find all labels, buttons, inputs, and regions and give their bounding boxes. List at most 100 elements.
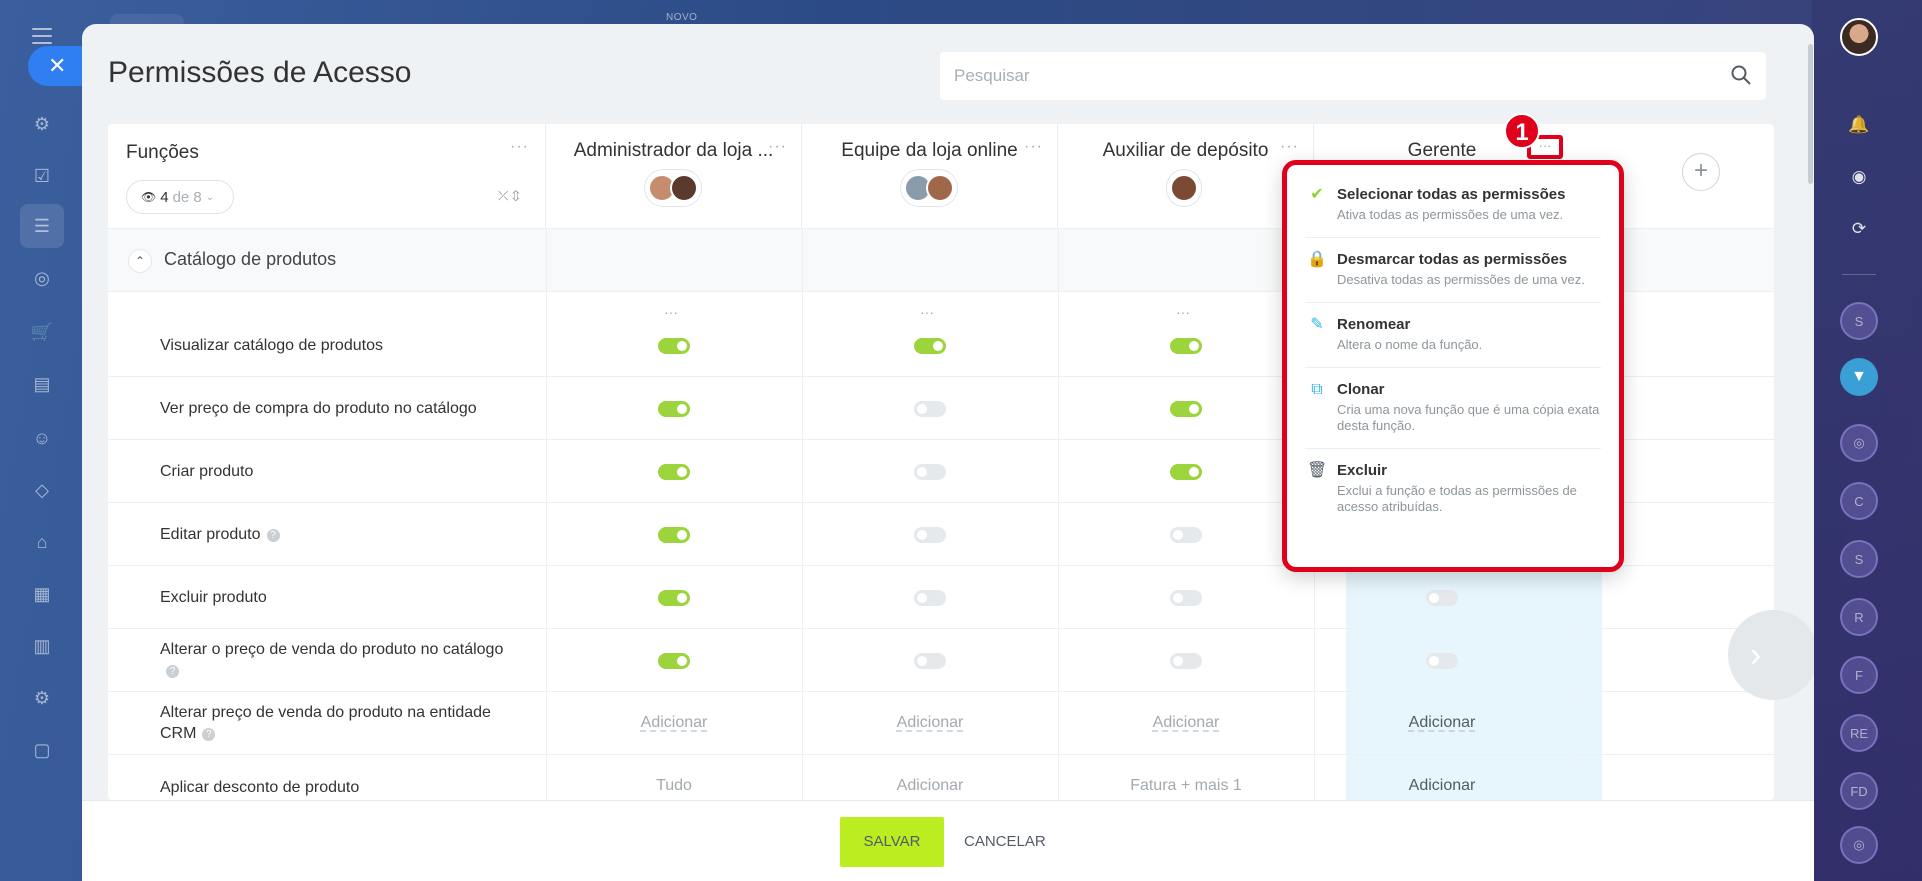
column-menu-button[interactable]: ··· — [1280, 138, 1299, 156]
menu-item-title: Renomear — [1337, 316, 1411, 333]
search-icon[interactable] — [1730, 64, 1752, 86]
robot-icon[interactable]: ☺ — [26, 422, 58, 454]
menu-item-desc: Ativa todas as permissões de uma vez. — [1337, 207, 1564, 222]
permission-toggle[interactable] — [1426, 590, 1458, 606]
chat-avatar-f[interactable]: F — [1840, 656, 1878, 694]
bookmark-icon[interactable]: ▼ — [1840, 358, 1878, 396]
menu-item-title: Excluir — [1337, 462, 1388, 479]
column-menu-button[interactable]: ··· — [768, 138, 787, 156]
add-role-button[interactable]: + — [1682, 153, 1720, 191]
box-icon[interactable]: ◇ — [26, 474, 58, 506]
column-members-avatars[interactable] — [1166, 169, 1202, 207]
menu-item-clone[interactable]: ⧉ Clonar Cria uma nova função que é uma … — [1305, 368, 1601, 449]
sync-icon[interactable]: ⟳ — [1842, 212, 1876, 246]
chat-avatar-r[interactable]: R — [1840, 598, 1878, 636]
permission-value[interactable]: Adicionar — [802, 714, 1058, 732]
permission-toggle[interactable] — [658, 401, 690, 417]
warehouse-icon[interactable]: ⌂ — [26, 526, 58, 558]
search-input[interactable] — [940, 52, 1700, 100]
permission-label: Alterar preço de venda do produto na ent… — [160, 702, 520, 744]
column-members-avatars[interactable] — [644, 169, 702, 207]
permission-toggle[interactable] — [914, 338, 946, 354]
help-icon[interactable]: ? — [266, 529, 280, 542]
permission-value[interactable]: Adicionar — [1314, 714, 1570, 732]
save-button[interactable]: SALVAR — [840, 817, 944, 867]
permission-label: Editar produto? — [160, 524, 520, 545]
funcoes-menu-button[interactable]: ··· — [510, 138, 529, 156]
permission-toggle[interactable] — [914, 527, 946, 543]
permission-label: Aplicar desconto de produto — [160, 779, 360, 796]
settings-icon[interactable]: ⚙ — [26, 682, 58, 714]
permission-toggle[interactable] — [658, 653, 690, 669]
help-icon[interactable]: ? — [166, 665, 179, 678]
menu-item-select-all[interactable]: ✔ Selecionar todas as permissões Ativa t… — [1305, 173, 1601, 238]
column-menu-button[interactable]: ··· — [1024, 138, 1043, 156]
document-icon[interactable]: ▢ — [26, 734, 58, 766]
collapse-expand-icon[interactable]: ⤫ ⇕ — [498, 188, 519, 204]
permission-value[interactable]: Adicionar — [1314, 777, 1570, 795]
card-icon[interactable]: ▤ — [26, 368, 58, 400]
trash-icon: 🗑 — [1307, 462, 1328, 479]
permission-value[interactable]: Adicionar — [1058, 714, 1314, 732]
permission-toggle[interactable] — [914, 653, 946, 669]
header-column-admin[interactable]: Administrador da loja ... ··· — [546, 124, 802, 228]
chat-avatar-re[interactable]: RE — [1840, 714, 1878, 752]
close-slider-button[interactable]: ✕ — [28, 46, 84, 86]
avatar — [1170, 174, 1198, 202]
check-icon: ✔ — [1310, 186, 1324, 203]
filter-icon[interactable]: ☰ — [20, 204, 64, 248]
target-icon[interactable]: ◎ — [26, 262, 58, 294]
permission-toggle[interactable] — [914, 401, 946, 417]
avatar — [926, 174, 954, 202]
chat-avatar-c[interactable]: C — [1840, 482, 1878, 520]
permission-toggle[interactable] — [1170, 401, 1202, 417]
analytics-icon[interactable]: ▥ — [26, 630, 58, 662]
permission-toggle[interactable] — [658, 527, 690, 543]
permission-value[interactable]: Fatura + mais 1 — [1058, 777, 1314, 795]
calendar-icon[interactable]: ▦ — [26, 578, 58, 610]
permission-toggle[interactable] — [658, 464, 690, 480]
menu-item-title: Selecionar todas as permissões — [1337, 186, 1566, 203]
permission-toggle[interactable] — [914, 590, 946, 606]
cancel-button[interactable]: CANCELAR — [964, 817, 1046, 867]
permission-toggle[interactable] — [1426, 653, 1458, 669]
header-column-equipe[interactable]: Equipe da loja online ··· — [802, 124, 1058, 228]
sitemap-icon[interactable]: ⚙ — [26, 108, 58, 140]
user-avatar[interactable] — [1840, 18, 1878, 56]
permission-toggle[interactable] — [658, 338, 690, 354]
header-column-auxiliar[interactable]: Auxiliar de depósito ··· — [1058, 124, 1314, 228]
visible-roles-selector[interactable]: 👁 4 de 8 ⌄ — [126, 180, 234, 214]
permission-toggle[interactable] — [1170, 590, 1202, 606]
chat-avatar-s2[interactable]: S — [1840, 540, 1878, 578]
tasks-icon[interactable]: ☑ — [26, 160, 58, 192]
permission-toggle[interactable] — [1170, 527, 1202, 543]
chat-avatar-fd[interactable]: FD — [1840, 772, 1878, 810]
permission-value[interactable]: Tudo — [546, 777, 802, 795]
header-funcoes: Funções ··· 👁 4 de 8 ⌄ ⤫ ⇕ — [108, 124, 546, 228]
permission-value[interactable]: Adicionar — [546, 714, 802, 732]
eye-icon: 👁 — [141, 190, 157, 204]
permission-value[interactable]: Adicionar — [802, 777, 1058, 795]
permission-label: Criar produto — [160, 463, 254, 480]
roles-total-count: de 8 — [172, 188, 202, 206]
fingerprint-icon[interactable]: ◉ — [1842, 160, 1876, 194]
permission-toggle[interactable] — [1170, 653, 1202, 669]
chat-avatar-group[interactable]: ◎ — [1840, 424, 1878, 462]
chevron-up-icon[interactable]: ⌃ — [128, 249, 152, 273]
chat-avatar-s[interactable]: S — [1840, 302, 1878, 340]
bell-icon[interactable]: 🔔 — [1842, 108, 1876, 142]
menu-item-delete[interactable]: 🗑 Excluir Exclui a função e todas as per… — [1305, 449, 1601, 529]
help-icon[interactable]: ? — [202, 728, 216, 741]
search-box — [940, 52, 1766, 100]
permission-toggle[interactable] — [658, 590, 690, 606]
permission-toggle[interactable] — [914, 464, 946, 480]
permission-toggle[interactable] — [1170, 338, 1202, 354]
chat-avatar-group2[interactable]: ◎ — [1840, 826, 1878, 864]
scroll-right-button[interactable]: › — [1728, 610, 1814, 700]
menu-item-rename[interactable]: ✎ Renomear Altera o nome da função. — [1305, 303, 1601, 368]
menu-item-deselect-all[interactable]: 🔒 Desmarcar todas as permissões Desativa… — [1305, 238, 1601, 303]
cart-icon[interactable]: 🛒 — [26, 316, 58, 348]
permission-toggle[interactable] — [1170, 464, 1202, 480]
column-members-avatars[interactable] — [900, 169, 958, 207]
panel-scrollbar[interactable] — [1806, 44, 1814, 204]
